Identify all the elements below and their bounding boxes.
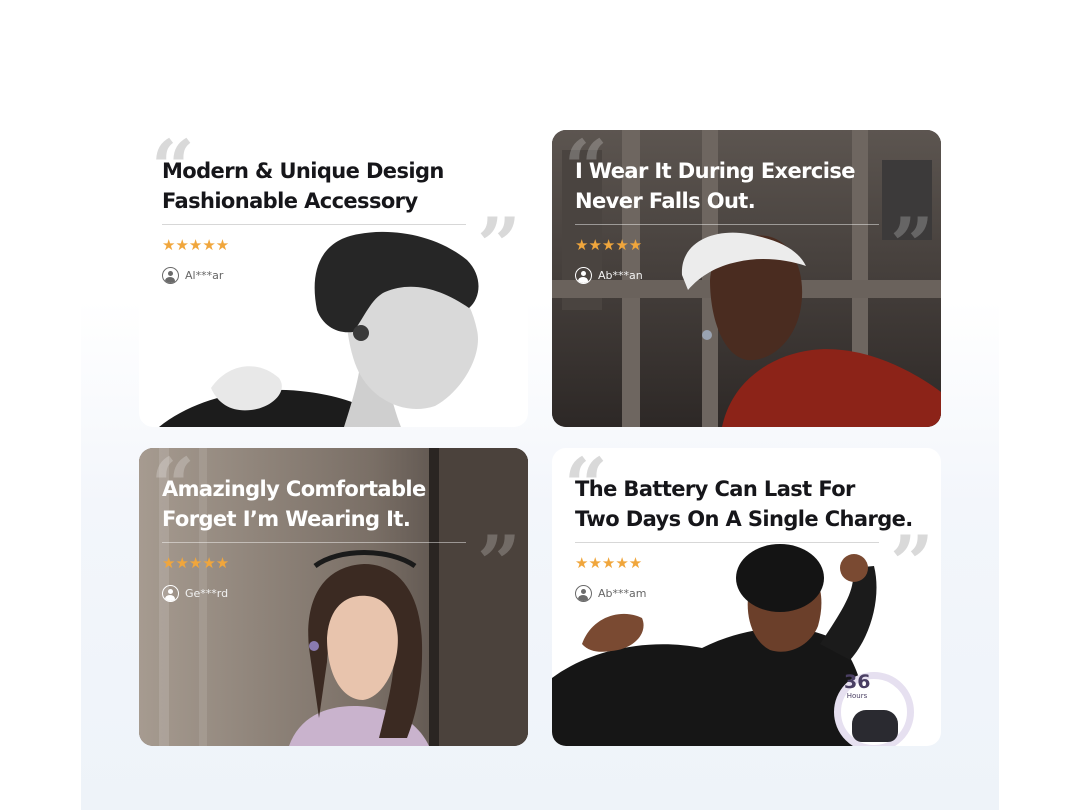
review-title: The Battery Can Last For Two Days On A S… [575,474,913,534]
user-icon [162,267,179,284]
divider [162,224,466,225]
star-icon: ★★★★★ [575,554,643,572]
reviewer: Ab***an [575,267,643,284]
star-rating: ★★★★★ [575,236,642,254]
reviewer: Ab***am [575,585,646,602]
star-icon: ★★★★★ [162,554,230,572]
review-card-2[interactable]: “ ” I Wear It During Exercise Never Fall… [552,130,941,427]
user-icon [162,585,179,602]
star-icon: ★★★★★ [575,236,643,254]
review-title-line-1: I Wear It During Exercise [575,159,856,183]
star-rating: ★★★★★ [575,554,642,572]
reviewer-name: Ab***am [598,587,647,600]
review-card-3[interactable]: “ ” Amazingly Comfortable Forget I’m Wea… [139,448,528,746]
reviewer: Ge***rd [162,585,228,602]
review-title-line-2: Forget I’m Wearing It. [162,507,411,531]
divider [575,224,879,225]
review-card-4[interactable]: “ ” The Battery Can Last For Two Days On… [552,448,941,746]
user-icon [575,267,592,284]
close-quote-icon: ” [477,201,521,290]
close-quote-icon: ” [477,519,521,608]
close-quote-icon: ” [890,201,934,290]
divider [162,542,466,543]
review-title-line-2: Fashionable Accessory [162,189,418,213]
review-title-line-2: Never Falls Out. [575,189,756,213]
review-title-line-1: Modern & Unique Design [162,159,444,183]
reviewer-name: Ab***an [598,269,643,282]
battery-hours-number: 36 [844,671,871,693]
battery-hours-unit: Hours [846,692,868,700]
review-title: Amazingly Comfortable Forget I’m Wearing… [162,474,426,534]
reviewer-name: Ge***rd [185,587,229,600]
star-icon: ★★★★★ [162,236,230,254]
review-card-1[interactable]: “ ” Modern & Unique Design Fashionable A… [139,130,528,427]
reviewer: Al***ar [162,267,223,284]
user-icon [575,585,592,602]
star-rating: ★★★★★ [162,236,229,254]
earbuds-case-image [852,710,898,742]
review-title-line-1: Amazingly Comfortable [162,477,426,501]
review-title-line-2: Two Days On A Single Charge. [575,507,913,531]
review-title: Modern & Unique Design Fashionable Acces… [162,156,444,216]
star-rating: ★★★★★ [162,554,229,572]
reviewer-name: Al***ar [185,269,224,282]
close-quote-icon: ” [890,519,934,608]
divider [575,542,879,543]
review-title: I Wear It During Exercise Never Falls Ou… [575,156,856,216]
review-title-line-1: The Battery Can Last For [575,477,855,501]
